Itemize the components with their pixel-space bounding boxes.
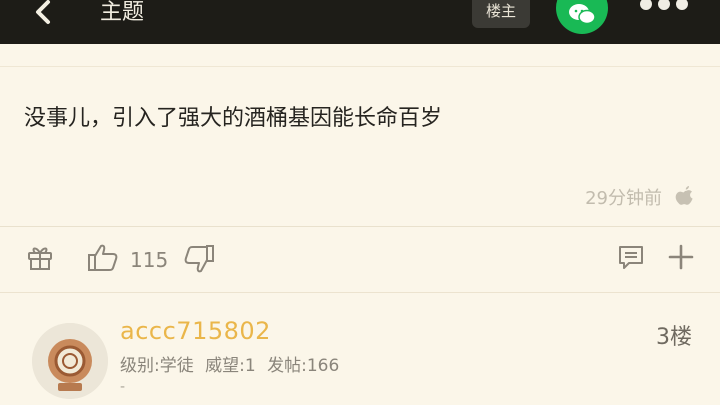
chevron-left-icon [36, 0, 50, 24]
plus-icon[interactable] [666, 242, 696, 272]
user-prestige: 威望:1 [205, 356, 256, 376]
divider [0, 226, 720, 227]
top-navigation-bar: 主题 楼主 [0, 0, 720, 44]
post-time-row: 29分钟前 [546, 184, 696, 209]
thumbs-up-icon[interactable] [86, 242, 120, 274]
page-title: 主题 [100, 0, 145, 25]
reply-username[interactable]: accc715802 [120, 317, 271, 345]
apple-icon [675, 186, 693, 205]
wechat-icon [569, 4, 596, 25]
owner-only-button[interactable]: 楼主 [472, 0, 530, 28]
gift-icon[interactable] [26, 242, 54, 272]
post-action-bar: 115 [0, 238, 720, 282]
comment-icon[interactable] [616, 242, 646, 272]
user-meta: 级别:学徒 威望:1 发帖:166 [120, 351, 345, 376]
reply-header: accc715802 3楼 级别:学徒 威望:1 发帖:166 - [0, 293, 720, 405]
user-extra: - [120, 379, 126, 395]
post-time: 29分钟前 [585, 188, 662, 209]
thumbs-down-icon[interactable] [182, 242, 216, 276]
post-content: 没事儿，引入了强大的酒桶基因能长命百岁 [24, 106, 443, 131]
like-count: 115 [130, 248, 169, 272]
back-button[interactable] [28, 0, 64, 26]
avatar[interactable] [32, 323, 108, 399]
more-button[interactable] [636, 0, 692, 20]
more-horizontal-icon [640, 0, 652, 10]
divider [0, 66, 720, 67]
floor-number: 3楼 [656, 325, 692, 350]
wechat-share-button[interactable] [556, 0, 608, 34]
user-post-count: 发帖:166 [267, 356, 340, 376]
user-level: 级别:学徒 [120, 356, 194, 376]
